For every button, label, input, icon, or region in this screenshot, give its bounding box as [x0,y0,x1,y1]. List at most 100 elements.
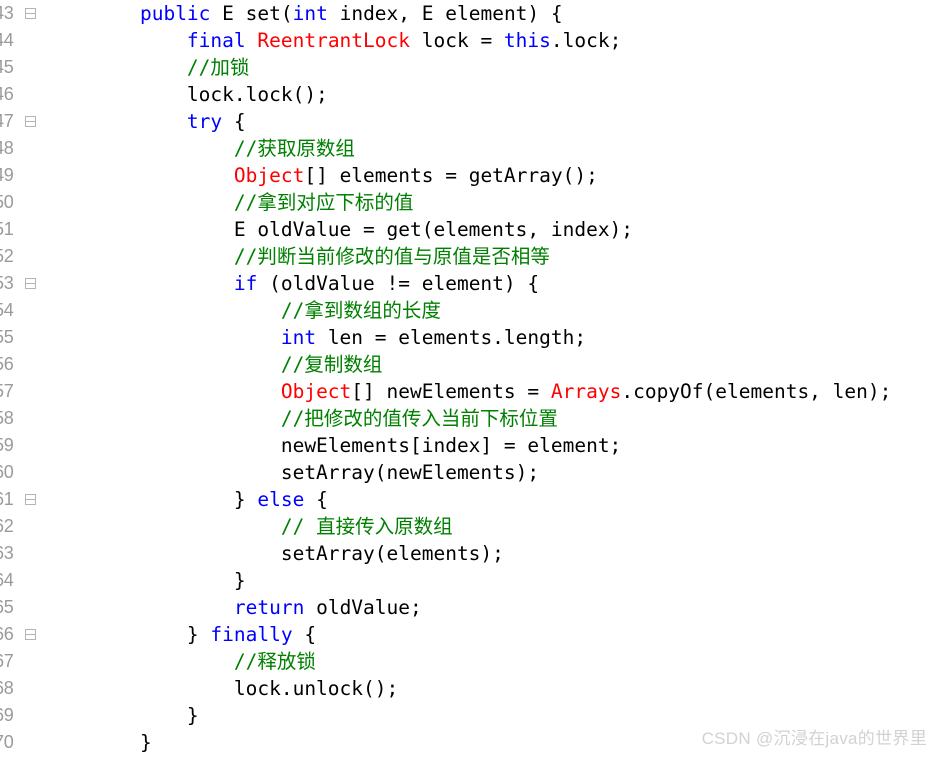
code-line-text: //获取原数组 [93,135,355,162]
code-token: [] elements = getArray(); [304,164,598,187]
code-line[interactable]: 49 Object[] elements = getArray(); [0,162,943,189]
line-number: 70 [0,732,14,752]
code-token: .copyOf(elements, len); [621,380,892,403]
code-token: try [186,110,223,133]
code-token: } [93,488,258,511]
line-number: 43 [0,3,14,23]
code-token: return [233,596,305,619]
code-line[interactable]: 53 if (oldValue != element) { [0,270,943,297]
code-fold-toggle-icon[interactable] [25,629,36,640]
code-line[interactable]: 43 public E set(int index, E element) { [0,0,943,27]
code-token: // 直接传入原数组 [280,515,453,538]
line-number: 64 [0,570,14,590]
code-line[interactable]: 59 newElements[index] = element; [0,432,943,459]
code-token: //加锁 [186,56,250,79]
code-line[interactable]: 52 //判断当前修改的值与原值是否相等 [0,243,943,270]
code-line[interactable]: 45 //加锁 [0,54,943,81]
code-token: index, E element) { [327,2,563,25]
code-line-text: try { [93,108,246,135]
line-number: 66 [0,624,14,644]
code-token: { [304,488,328,511]
line-number: 59 [0,435,14,455]
code-fold-toggle-icon[interactable] [25,494,36,505]
code-token: finally [210,623,293,646]
line-number: 48 [0,138,14,158]
code-line[interactable]: 51 E oldValue = get(elements, index); [0,216,943,243]
code-token: //复制数组 [280,353,383,376]
line-number: 46 [0,84,14,104]
code-line[interactable]: 44 final ReentrantLock lock = this.lock; [0,27,943,54]
code-line[interactable]: 64 } [0,567,943,594]
code-token: lock = [410,29,504,52]
code-fold-toggle-icon[interactable] [25,278,36,289]
code-lines-container[interactable]: 43 public E set(int index, E element) {4… [0,0,943,757]
code-line[interactable]: 50 //拿到对应下标的值 [0,189,943,216]
code-token: oldValue; [304,596,422,619]
code-token: setArray(elements); [93,542,504,565]
code-token: //把修改的值传入当前下标位置 [280,407,558,430]
code-fold-toggle-icon[interactable] [25,8,36,19]
line-number: 55 [0,327,14,347]
line-number: 65 [0,597,14,617]
code-line[interactable]: 55 int len = elements.length; [0,324,943,351]
code-line-text: lock.unlock(); [93,675,398,702]
code-token: setArray(newElements); [93,461,540,484]
line-number: 53 [0,273,14,293]
code-line[interactable]: 58 //把修改的值传入当前下标位置 [0,405,943,432]
code-token: //拿到对应下标的值 [233,191,414,214]
line-number: 49 [0,165,14,185]
code-line-text: } finally { [93,621,316,648]
code-line-text: final ReentrantLock lock = this.lock; [93,27,621,54]
line-number: 57 [0,381,14,401]
code-line[interactable]: 68 lock.unlock(); [0,675,943,702]
code-line[interactable]: 61 } else { [0,486,943,513]
code-line[interactable]: 56 //复制数组 [0,351,943,378]
code-token: public [139,2,211,25]
code-line[interactable]: 47 try { [0,108,943,135]
code-line[interactable]: 63 setArray(elements); [0,540,943,567]
code-line-text: newElements[index] = element; [93,432,621,459]
line-number: 45 [0,57,14,77]
code-line[interactable]: 54 //拿到数组的长度 [0,297,943,324]
code-line[interactable]: 46 lock.lock(); [0,81,943,108]
code-line-text: } [93,702,199,729]
line-number: 52 [0,246,14,266]
code-line[interactable]: 60 setArray(newElements); [0,459,943,486]
code-fold-toggle-icon[interactable] [25,116,36,127]
code-line-text: setArray(newElements); [93,459,539,486]
code-line-text: } else { [93,486,328,513]
code-line[interactable]: 48 //获取原数组 [0,135,943,162]
code-line-text: Object[] elements = getArray(); [93,162,598,189]
code-token: int [280,326,317,349]
code-token: } [93,623,211,646]
code-line-text: Object[] newElements = Arrays.copyOf(ele… [93,378,892,405]
code-line-text: int len = elements.length; [93,324,586,351]
code-line[interactable]: 62 // 直接传入原数组 [0,513,943,540]
code-token: (oldValue != element) { [257,272,540,295]
code-line[interactable]: 65 return oldValue; [0,594,943,621]
code-token: [] newElements = [351,380,551,403]
code-line-text: E oldValue = get(elements, index); [93,216,633,243]
code-token: //拿到数组的长度 [280,299,441,322]
code-token: E set( [210,2,293,25]
line-number: 61 [0,489,14,509]
code-token: //判断当前修改的值与原值是否相等 [233,245,550,268]
code-token: //获取原数组 [233,137,355,160]
code-token: } [93,731,152,754]
code-line[interactable]: 66 } finally { [0,621,943,648]
code-line-text: //拿到对应下标的值 [93,189,413,216]
code-line[interactable]: 67 //释放锁 [0,648,943,675]
code-line-text: } [93,729,152,756]
code-line[interactable]: 57 Object[] newElements = Arrays.copyOf(… [0,378,943,405]
